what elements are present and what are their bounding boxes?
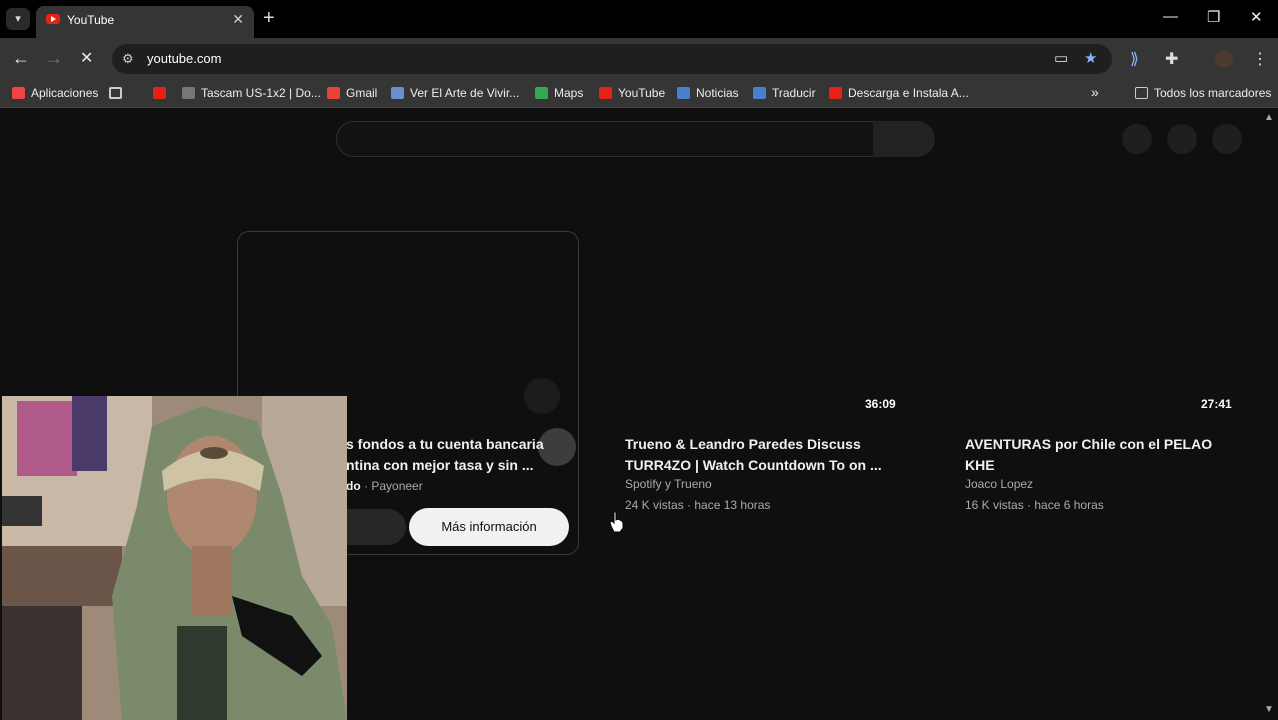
ad-meta: do · Payoneer bbox=[346, 479, 423, 493]
news-icon bbox=[677, 87, 690, 99]
title-bar: ▾ YouTube ✕ + — ❐ ✕ bbox=[0, 0, 1278, 38]
webcam-overlay bbox=[2, 396, 347, 720]
restore-icon[interactable]: ❐ bbox=[1207, 8, 1220, 26]
tab-search-chevron-icon[interactable]: ▾ bbox=[6, 8, 30, 30]
media-icon[interactable]: ⟫ bbox=[1130, 49, 1139, 69]
menu-kebab-icon[interactable]: ⋮ bbox=[1252, 49, 1268, 69]
window-close-icon[interactable]: ✕ bbox=[1250, 8, 1263, 26]
notifications-button-skeleton[interactable] bbox=[1167, 124, 1197, 154]
video-title[interactable]: AVENTURAS por Chile con el PELAO KHE bbox=[965, 434, 1235, 476]
search-button-skeleton[interactable] bbox=[873, 121, 935, 157]
account-button-skeleton[interactable] bbox=[1212, 124, 1242, 154]
tab-close-icon[interactable]: ✕ bbox=[232, 11, 244, 28]
youtube-favicon-icon bbox=[46, 14, 60, 24]
video-duration-badge: 27:41 bbox=[1201, 397, 1232, 411]
arte-de-vivir-icon bbox=[391, 87, 404, 99]
video-stats: 16 K vistas · hace 6 horas bbox=[965, 498, 1104, 512]
bookmark-item[interactable]: Ver El Arte de Vivir... bbox=[391, 86, 519, 100]
bookmark-item[interactable]: Noticias bbox=[677, 86, 739, 100]
maps-icon bbox=[535, 87, 548, 99]
forward-icon[interactable]: → bbox=[45, 48, 63, 69]
gmail-icon bbox=[327, 87, 340, 99]
more-bookmarks-icon[interactable]: » bbox=[1091, 84, 1099, 100]
stop-loading-icon[interactable]: ✕ bbox=[80, 48, 93, 68]
video-duration-badge: 36:09 bbox=[865, 397, 896, 411]
extensions-icon[interactable]: ✚ bbox=[1165, 49, 1178, 69]
site-settings-icon[interactable]: ⚙ bbox=[122, 51, 134, 67]
tascam-icon bbox=[182, 87, 195, 99]
url-text[interactable]: youtube.com bbox=[147, 51, 221, 66]
video-channel[interactable]: Joaco Lopez bbox=[965, 477, 1033, 491]
youtube-icon bbox=[153, 87, 166, 99]
ad-title[interactable]: s fondos a tu cuenta bancaria ntina con … bbox=[346, 434, 556, 476]
install-app-icon[interactable]: ▭ bbox=[1054, 49, 1068, 67]
apps-grid-icon bbox=[12, 87, 25, 99]
bookmark-item[interactable] bbox=[109, 86, 128, 100]
youtube-icon bbox=[829, 87, 842, 99]
youtube-icon bbox=[599, 87, 612, 99]
bookmark-star-icon[interactable]: ★ bbox=[1084, 49, 1097, 67]
scroll-up-arrow-icon[interactable]: ▲ bbox=[1264, 112, 1274, 123]
bookmark-item[interactable]: Traducir bbox=[753, 86, 816, 100]
bookmarks-bar: Aplicaciones Tascam US-1x2 | Do... Gmail… bbox=[0, 80, 1278, 108]
video-channel[interactable]: Spotify y Trueno bbox=[625, 477, 712, 491]
search-input-skeleton[interactable] bbox=[336, 121, 874, 157]
bookmark-item[interactable]: YouTube bbox=[599, 86, 665, 100]
ad-secondary-button[interactable] bbox=[346, 509, 406, 545]
bookmark-item[interactable]: Gmail bbox=[327, 86, 377, 100]
ad-avatar-skeleton bbox=[524, 378, 560, 414]
minimize-icon[interactable]: — bbox=[1163, 8, 1178, 25]
tab-youtube[interactable]: YouTube ✕ bbox=[36, 6, 254, 38]
video-stats: 24 K vistas · hace 13 horas bbox=[625, 498, 771, 512]
more-info-button[interactable]: Más información bbox=[409, 508, 569, 546]
bookmark-item[interactable] bbox=[153, 86, 172, 100]
new-tab-icon[interactable]: + bbox=[263, 7, 275, 30]
grid-icon bbox=[109, 87, 122, 99]
folder-icon bbox=[1135, 87, 1148, 99]
bookmark-item[interactable]: Maps bbox=[535, 86, 583, 100]
back-icon[interactable]: ← bbox=[12, 48, 30, 69]
browser-toolbar: ← → ✕ ⚙ youtube.com ▭ ★ ⟫ ✚ ⋮ bbox=[0, 38, 1278, 80]
all-bookmarks-folder[interactable]: Todos los marcadores bbox=[1135, 86, 1271, 100]
scroll-down-arrow-icon[interactable]: ▼ bbox=[1264, 704, 1274, 715]
webcam-person-image bbox=[2, 396, 347, 720]
hand-cursor-icon bbox=[609, 511, 624, 533]
video-title[interactable]: Trueno & Leandro Paredes Discuss TURR4ZO… bbox=[625, 434, 895, 476]
translate-icon bbox=[753, 87, 766, 99]
bookmark-item[interactable]: Descarga e Instala A... bbox=[829, 86, 969, 100]
address-bar[interactable]: ⚙ youtube.com ▭ ★ bbox=[112, 44, 1112, 74]
profile-avatar[interactable] bbox=[1215, 50, 1233, 68]
bookmark-item[interactable]: Aplicaciones bbox=[12, 86, 98, 100]
bookmark-item[interactable]: Tascam US-1x2 | Do... bbox=[182, 86, 321, 100]
tab-title: YouTube bbox=[67, 13, 115, 27]
create-button-skeleton[interactable] bbox=[1122, 124, 1152, 154]
